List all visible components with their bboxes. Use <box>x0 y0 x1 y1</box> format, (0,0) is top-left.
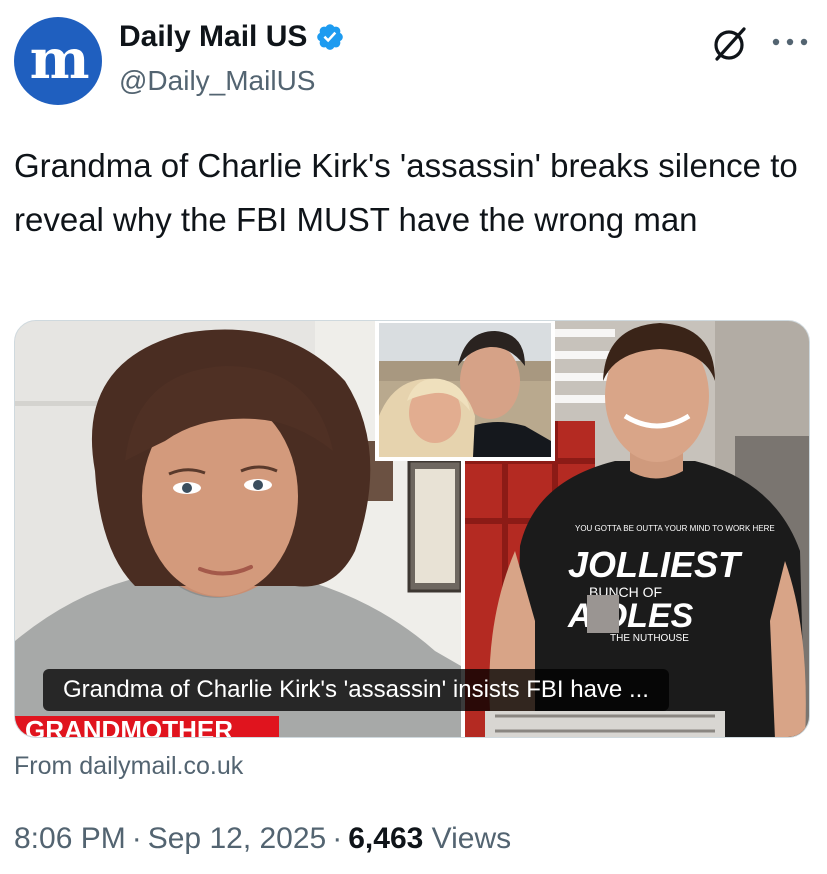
tweet-time[interactable]: 8:06 PM <box>14 822 126 855</box>
author-name-row: Daily Mail US <box>119 20 345 54</box>
verified-badge-icon <box>317 24 344 50</box>
grok-icon[interactable] <box>708 22 752 66</box>
blurred-word <box>587 595 619 633</box>
tweet-date[interactable]: Sep 12, 2025 <box>148 822 327 855</box>
shirt-line-3: A OLES <box>567 597 694 635</box>
tweet-meta: 8:06 PM · Sep 12, 2025 · 6,463 Views <box>14 822 511 856</box>
svg-text:YOU GOTTA BE OUTTA YOUR MIND T: YOU GOTTA BE OUTTA YOUR MIND TO WORK HER… <box>575 524 775 533</box>
daily-mail-logo: m <box>29 27 90 91</box>
meta-separator: · <box>332 822 343 855</box>
shirt-line-1: JOLLIEST <box>568 544 743 585</box>
banner-text: GRANDMOTHER <box>25 715 233 738</box>
inset-couple-photo <box>375 321 555 461</box>
shirt-line-4: THE NUTHOUSE <box>610 633 689 644</box>
link-card[interactable]: GRANDMOTHER YOU GOTTA BE OUTTA YOUR MIND… <box>14 320 810 738</box>
avatar[interactable]: m <box>14 17 102 105</box>
card-source-link[interactable]: From dailymail.co.uk <box>14 752 243 781</box>
views-count: 6,463 <box>348 822 424 855</box>
meta-separator: · <box>131 822 142 855</box>
author-handle[interactable]: @Daily_MailUS <box>119 65 315 97</box>
views-label: Views <box>431 822 512 855</box>
card-caption: Grandma of Charlie Kirk's 'assassin' ins… <box>43 669 669 711</box>
tweet: m Daily Mail US @Daily_MailUS Grandma of… <box>0 0 827 874</box>
tweet-text: Grandma of Charlie Kirk's 'assassin' bre… <box>14 147 798 238</box>
author-display-name[interactable]: Daily Mail US <box>119 20 307 54</box>
more-icon[interactable] <box>768 30 812 54</box>
